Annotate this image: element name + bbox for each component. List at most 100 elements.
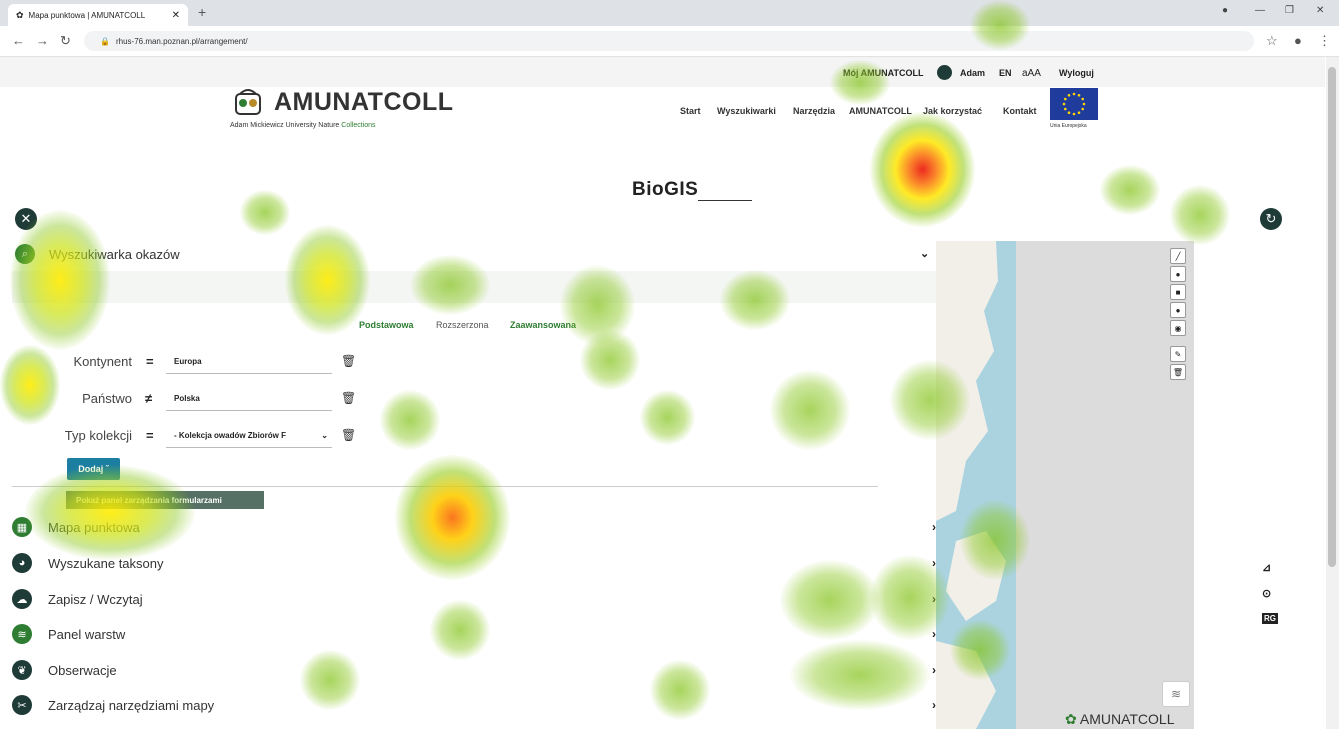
trash-icon[interactable]: 🗑 (341, 354, 356, 368)
accordion-mapa-punktowa[interactable]: ▦ Mapa punktowa › (12, 514, 936, 540)
account-icon[interactable]: ● (1294, 33, 1302, 48)
my-account-link[interactable]: Mój AMUNATCOLL (843, 68, 923, 78)
nav-amunatcoll[interactable]: AMUNATCOLL (849, 106, 912, 116)
nav-start[interactable]: Start (680, 106, 701, 116)
menu-dots-icon[interactable]: ⋮ (1318, 33, 1331, 49)
new-tab-button[interactable]: + (198, 4, 206, 20)
forward-arrow-icon[interactable]: → (36, 33, 49, 48)
tab-favicon-icon: ✿ (16, 9, 24, 20)
filter-value-panstwo[interactable]: Polska (166, 387, 332, 411)
edit-tool-icon[interactable]: ✎ (1170, 346, 1186, 362)
circle-tool-icon[interactable]: ● (1170, 302, 1186, 318)
page-title: BioGIS (632, 179, 699, 200)
filter-operator-equal[interactable]: = (146, 428, 154, 443)
nav-jak-korzystac[interactable]: Jak korzystać (923, 106, 982, 116)
close-panel-icon[interactable]: ✕ (15, 208, 37, 230)
tools-icon: ✂ (12, 695, 32, 715)
chevron-down-icon: ⌄ (321, 431, 328, 440)
language-switch[interactable]: EN (999, 68, 1012, 78)
tab-podstawowa[interactable]: Podstawowa (359, 320, 414, 330)
map-logo: ✿ AMUNATCOLL (1065, 711, 1175, 728)
palette-icon: ◕ (12, 553, 32, 573)
accordion-label: Wyszukane taksony (48, 555, 164, 571)
user-icon (937, 65, 952, 80)
nav-kontakt[interactable]: Kontakt (1003, 106, 1037, 116)
tab-close-icon[interactable]: ✕ (172, 10, 180, 21)
logo-subtitle-accent: Collections (341, 122, 376, 129)
map-logo-text: AMUNATCOLL (1079, 711, 1175, 727)
filter-select-typ-kolekcji[interactable]: - Kolekcja owadów Zbiorów F ⌄ (166, 424, 332, 448)
trash-icon[interactable]: 🗑 (341, 428, 356, 442)
refresh-icon[interactable]: ↻ (1260, 208, 1282, 230)
accordion-label: Obserwacje (48, 662, 117, 678)
filter-operator-not-equal[interactable]: ≠ (145, 391, 152, 406)
accordion-label: Panel warstw (48, 626, 126, 642)
divider (12, 486, 878, 487)
delete-tool-icon[interactable]: 🗑 (1170, 364, 1186, 380)
logout-link[interactable]: Wyloguj (1059, 68, 1094, 78)
search-panel-bar (12, 271, 936, 303)
layers-icon: ≋ (12, 624, 32, 644)
minimize-button[interactable]: — (1255, 5, 1265, 16)
scrollbar-thumb[interactable] (1328, 67, 1336, 567)
map-tile-area[interactable] (1016, 241, 1194, 729)
lock-icon: 🔒 (100, 36, 110, 46)
search-panel-title[interactable]: Wyszukiwarka okazów (49, 247, 180, 262)
add-filter-button[interactable]: Dodaj ˇ (67, 458, 120, 480)
filter-operator-equal[interactable]: = (146, 354, 154, 369)
logo-subtitle-main: Adam Mickiewicz University Nature (230, 122, 340, 129)
url-field[interactable]: 🔒 rhus-76.man.poznan.pl/arrangement/ (84, 31, 1254, 51)
logo-subtitle: Adam Mickiewicz University Nature Collec… (230, 122, 376, 129)
line-tool-icon[interactable]: ╱ (1170, 248, 1186, 264)
amunatcoll-logo-icon[interactable] (232, 88, 264, 118)
filter-value-kontynent[interactable]: Europa (166, 350, 332, 374)
font-size-switch[interactable]: aAA (1022, 68, 1041, 79)
accordion-zarzadzaj-narzedziami[interactable]: ✂ Zarządzaj narzędziami mapy › (12, 692, 936, 718)
browser-tab[interactable]: ✿ Mapa punktowa | AMUNATCOLL ✕ (8, 4, 188, 26)
chevron-down-icon[interactable]: ⌄ (920, 247, 929, 260)
maximize-button[interactable]: ❐ (1285, 5, 1294, 16)
search-icon: ⌕ (15, 244, 35, 264)
accordion-obserwacje[interactable]: ❦ Obserwacje › (12, 657, 936, 683)
accordion-label: Zapisz / Wczytaj (48, 591, 143, 607)
cloud-upload-icon: ☁ (12, 589, 32, 609)
browser-profile-icon[interactable]: ● (1222, 5, 1228, 16)
point-tool-icon[interactable]: ● (1170, 266, 1186, 282)
title-underline (698, 200, 752, 201)
square-tool-icon[interactable]: ■ (1170, 284, 1186, 300)
tab-title: Mapa punktowa | AMUNATCOLL (28, 10, 146, 20)
eu-label: Unia Europejska (1050, 123, 1087, 129)
accordion-wyszukane-taksony[interactable]: ◕ Wyszukane taksony › (12, 550, 936, 576)
close-window-button[interactable]: ✕ (1316, 5, 1324, 16)
bookmark-star-icon[interactable]: ☆ (1266, 33, 1278, 49)
search-panel-toggle[interactable]: ⌕ (15, 244, 35, 264)
logo-title[interactable]: AMUNATCOLL (274, 88, 454, 117)
compass-icon[interactable]: ⊙ (1262, 587, 1271, 600)
ruler-icon[interactable]: ⊿ (1262, 561, 1271, 574)
rg-badge-icon[interactable]: RG (1262, 613, 1278, 624)
reload-icon[interactable]: ↻ (60, 33, 71, 49)
marker-tool-icon[interactable]: ◉ (1170, 320, 1186, 336)
filter-label-kontynent: Kontynent (73, 354, 132, 369)
filter-select-value: - Kolekcja owadów Zbiorów F (174, 431, 287, 440)
map-icon: ▦ (12, 517, 32, 537)
url-text: rhus-76.man.poznan.pl/arrangement/ (115, 36, 248, 46)
accordion-label: Zarządzaj narzędziami mapy (48, 697, 215, 713)
user-bar (0, 57, 1325, 87)
filter-label-typ-kolekcji: Typ kolekcji (64, 428, 132, 443)
back-arrow-icon[interactable]: ← (12, 33, 25, 48)
accordion-label: Mapa punktowa (48, 519, 140, 535)
leaf-icon: ❦ (12, 660, 32, 680)
accordion-zapisz-wczytaj[interactable]: ☁ Zapisz / Wczytaj › (12, 586, 936, 612)
map-layers-icon[interactable]: ≋ (1162, 681, 1190, 707)
nav-narzedzia[interactable]: Narzędzia (793, 106, 835, 116)
nav-wyszukiwarki[interactable]: Wyszukiwarki (717, 106, 776, 116)
tab-rozszerzona[interactable]: Rozszerzona (436, 320, 489, 330)
amunatcoll-logo-icon: ✿ (1065, 711, 1077, 727)
user-name[interactable]: Adam (960, 68, 985, 78)
tab-zaawansowana[interactable]: Zaawansowana (510, 320, 576, 330)
accordion-panel-warstw[interactable]: ≋ Panel warstw › (12, 621, 936, 647)
eu-flag-icon (1050, 88, 1098, 120)
trash-icon[interactable]: 🗑 (341, 391, 356, 405)
form-panel-tooltip[interactable]: Pokaż panel zarządzania formularzami (66, 491, 264, 509)
